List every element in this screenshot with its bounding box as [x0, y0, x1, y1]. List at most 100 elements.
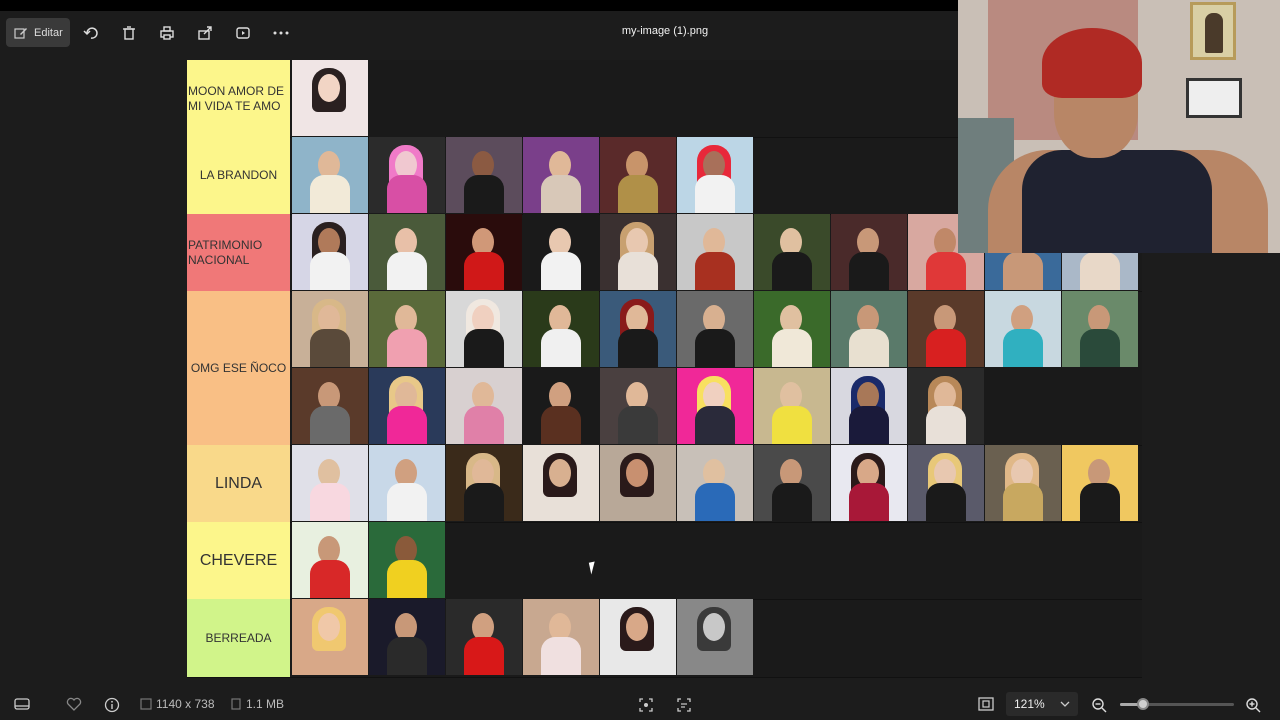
tier-photo — [677, 445, 753, 521]
rotate-icon[interactable] — [80, 22, 102, 44]
tier-photo — [292, 291, 368, 367]
tier-photo — [446, 368, 522, 444]
zoom-slider[interactable] — [1120, 698, 1234, 710]
file-size: 1.1 MB — [230, 697, 284, 711]
tier-label: LINDA — [187, 445, 290, 522]
webcam-overlay — [958, 0, 1280, 253]
filmstrip-icon[interactable] — [14, 697, 30, 711]
tier-photo — [677, 291, 753, 367]
actual-size-icon[interactable] — [978, 697, 994, 711]
tier-photo — [677, 368, 753, 444]
tier-label: LA BRANDON — [187, 137, 290, 214]
zoom-select[interactable]: 121% — [1006, 692, 1078, 716]
window-top-strip — [0, 0, 958, 11]
tier-row: CHEVERE — [187, 522, 1142, 600]
delete-icon[interactable] — [118, 22, 140, 44]
edit-icon — [14, 26, 28, 40]
tier-photo — [292, 599, 368, 675]
tier-photo — [831, 445, 907, 521]
tier-photo — [369, 214, 445, 290]
tier-photo — [754, 368, 830, 444]
tier-row: OMG ESE ÑOCO — [187, 291, 1142, 446]
zoom-out-icon[interactable] — [1091, 697, 1107, 713]
status-bar: 1140 x 738 1.1 MB 121% — [0, 688, 1280, 720]
tier-label: PATRIMONIO NACIONAL — [187, 214, 290, 291]
tier-label: OMG ESE ÑOCO — [187, 291, 290, 445]
tier-photo — [369, 291, 445, 367]
tier-photo — [369, 368, 445, 444]
more-icon[interactable] — [270, 22, 292, 44]
zoom-slider-thumb[interactable] — [1136, 698, 1149, 710]
tier-photo — [292, 60, 368, 136]
info-icon[interactable] — [104, 697, 120, 713]
image-dimensions: 1140 x 738 — [140, 697, 215, 711]
tier-row: LINDA — [187, 445, 1142, 523]
zoom-in-icon[interactable] — [1245, 697, 1261, 713]
tier-photo — [600, 137, 676, 213]
dimensions-value: 1140 x 738 — [156, 697, 215, 711]
tier-photo — [523, 137, 599, 213]
tier-photo — [600, 214, 676, 290]
tier-photo — [523, 599, 599, 675]
tier-photo — [600, 368, 676, 444]
tier-photo — [754, 445, 830, 521]
tier-photo — [523, 445, 599, 521]
tier-label: MOON AMOR DE MI VIDA TE AMO — [187, 60, 290, 137]
tier-photo — [446, 214, 522, 290]
tier-photo — [831, 368, 907, 444]
slideshow-icon[interactable] — [232, 22, 254, 44]
tier-photo — [600, 599, 676, 675]
tier-photo — [523, 214, 599, 290]
dimensions-icon — [140, 698, 152, 710]
tier-photo — [446, 599, 522, 675]
tier-photo — [369, 445, 445, 521]
share-icon[interactable] — [194, 22, 216, 44]
tier-photo — [677, 214, 753, 290]
tier-photo — [292, 214, 368, 290]
edit-button[interactable]: Editar — [6, 18, 70, 47]
tier-photo — [292, 368, 368, 444]
tier-photo — [985, 445, 1061, 521]
tier-photo — [446, 137, 522, 213]
tier-photo — [523, 368, 599, 444]
tier-photo — [369, 137, 445, 213]
tier-photo — [831, 214, 907, 290]
tier-photo — [1062, 445, 1138, 521]
tier-photo — [600, 445, 676, 521]
tier-photo — [446, 445, 522, 521]
tier-photo — [677, 137, 753, 213]
chevron-down-icon — [1060, 701, 1070, 707]
edit-label: Editar — [34, 26, 63, 39]
tier-photo — [908, 291, 984, 367]
file-size-icon — [230, 698, 242, 710]
toolbar: Editar my-image (1).png — [0, 0, 958, 64]
fit-screen-icon[interactable] — [638, 697, 654, 713]
tier-photo — [908, 368, 984, 444]
tier-photo — [1062, 291, 1138, 367]
tier-photo — [292, 137, 368, 213]
webcam-whiteboard — [1186, 78, 1242, 118]
tier-photo — [600, 291, 676, 367]
webcam-person-hair — [1042, 28, 1142, 98]
tier-photo — [292, 522, 368, 598]
tier-row: BERREADA — [187, 599, 1142, 678]
tier-photo — [985, 291, 1061, 367]
text-scan-icon[interactable] — [676, 697, 692, 713]
file-size-value: 1.1 MB — [246, 697, 285, 711]
favorite-icon[interactable] — [66, 697, 82, 711]
tier-photo — [831, 291, 907, 367]
tier-photo — [908, 445, 984, 521]
tier-photo — [754, 291, 830, 367]
webcam-person-shirt — [1022, 150, 1212, 253]
tier-photo — [446, 291, 522, 367]
tier-photo — [754, 214, 830, 290]
tier-label: CHEVERE — [187, 522, 290, 599]
file-title: my-image (1).png — [621, 25, 709, 37]
tier-label: BERREADA — [187, 599, 290, 677]
tier-photo — [369, 522, 445, 598]
tier-photo — [677, 599, 753, 675]
webcam-wall-frame — [1190, 2, 1236, 60]
tier-photo — [292, 445, 368, 521]
print-icon[interactable] — [156, 22, 178, 44]
zoom-value: 121% — [1014, 697, 1045, 711]
